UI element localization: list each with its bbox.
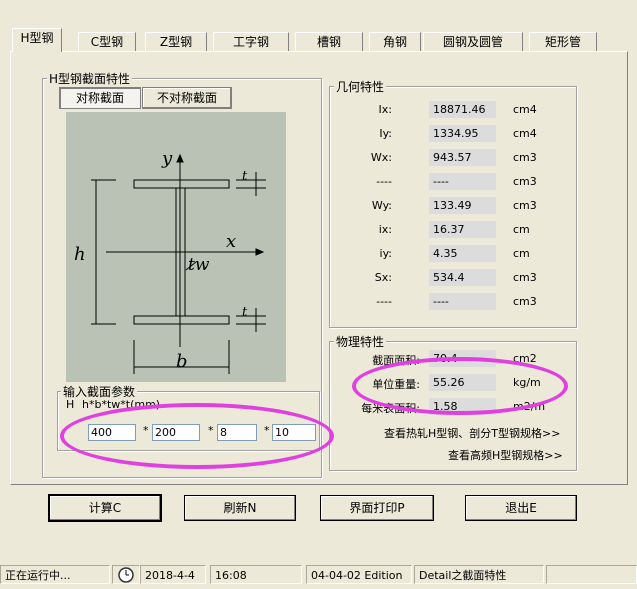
geo-label: Ix: <box>378 103 392 116</box>
section-diagram: y x h b tw t t <box>66 112 286 382</box>
print-button[interactable]: 界面打印P <box>320 495 434 521</box>
asymmetric-button[interactable]: 不对称截面 <box>142 87 232 109</box>
tab-angle[interactable]: 角钢 <box>369 32 421 51</box>
geo-unit: cm <box>513 223 530 236</box>
geo-label: ---- <box>376 295 392 308</box>
section-group-title: H型钢截面特性 <box>47 70 133 87</box>
geo-value: 943.57 <box>429 149 496 166</box>
geo-value: 534.4 <box>429 269 496 286</box>
status-clock-cell <box>112 565 140 584</box>
label-h: h <box>74 244 86 265</box>
tab-h-steel[interactable]: H型钢 <box>12 28 62 52</box>
geo-value: ---- <box>429 293 496 310</box>
label-t-top: t <box>242 169 248 184</box>
calc-button[interactable]: 计算C <box>48 494 162 522</box>
geo-unit: cm3 <box>513 295 537 308</box>
geo-value: 133.49 <box>429 197 496 214</box>
label-x: x <box>226 231 236 252</box>
geo-label: Iy: <box>379 127 392 140</box>
geo-unit: cm3 <box>513 151 537 164</box>
geo-unit: cm4 <box>513 103 537 116</box>
geo-value: 18871.46 <box>429 101 496 118</box>
formula-prefix: H <box>66 398 75 411</box>
geo-unit: cm <box>513 247 530 260</box>
geometry-group-title: 几何特性 <box>334 78 387 95</box>
tab-i-beam[interactable]: 工字钢 <box>213 32 289 51</box>
highlight-ellipse-weight <box>352 357 568 415</box>
geo-label: Wx: <box>370 151 392 164</box>
symmetric-button[interactable]: 对称截面 <box>59 87 141 109</box>
geo-label: Wy: <box>371 199 392 212</box>
geo-label: Sx: <box>374 271 392 284</box>
tab-round[interactable]: 圆钢及圆管 <box>423 32 523 51</box>
tab-channel[interactable]: 槽钢 <box>295 32 363 51</box>
geo-value: 16.37 <box>429 221 496 238</box>
geo-unit: cm4 <box>513 127 537 140</box>
geo-label: ix: <box>378 223 392 236</box>
tab-rect[interactable]: 矩形管 <box>529 32 597 51</box>
geo-value: ---- <box>429 173 496 190</box>
tab-z-steel[interactable]: Z型钢 <box>145 32 207 51</box>
clock-icon <box>118 567 134 583</box>
label-b: b <box>176 351 188 372</box>
h-section-drawing: y x h b tw t t <box>74 148 266 374</box>
label-y: y <box>161 148 173 169</box>
geo-value: 1334.95 <box>429 125 496 142</box>
status-detail: Detail之截面特性 <box>414 565 544 584</box>
geo-unit: cm3 <box>513 271 537 284</box>
refresh-button[interactable]: 刷新N <box>184 495 296 521</box>
exit-button[interactable]: 退出E <box>465 495 577 521</box>
status-empty <box>546 565 637 584</box>
high-freq-link[interactable]: 查看高频H型钢规格>> <box>448 447 563 463</box>
geo-unit: cm3 <box>513 199 537 212</box>
geo-value: 4.35 <box>429 245 496 262</box>
tab-c-steel[interactable]: C型钢 <box>78 32 136 51</box>
geo-label: iy: <box>379 247 392 260</box>
geo-unit: cm3 <box>513 175 537 188</box>
hot-rolled-link[interactable]: 查看热轧H型钢、剖分T型钢规格>> <box>384 425 560 441</box>
label-t-bottom: t <box>242 305 248 320</box>
status-running: 正在运行中... <box>0 565 110 584</box>
geo-label: ---- <box>376 175 392 188</box>
label-tw: tw <box>188 255 210 275</box>
status-date: 2018-4-4 <box>140 565 206 584</box>
status-edition: 04-04-02 Edition <box>306 565 412 584</box>
highlight-ellipse-input <box>60 403 334 469</box>
status-time: 16:08 <box>210 565 302 584</box>
physical-group-title: 物理特性 <box>334 333 387 350</box>
